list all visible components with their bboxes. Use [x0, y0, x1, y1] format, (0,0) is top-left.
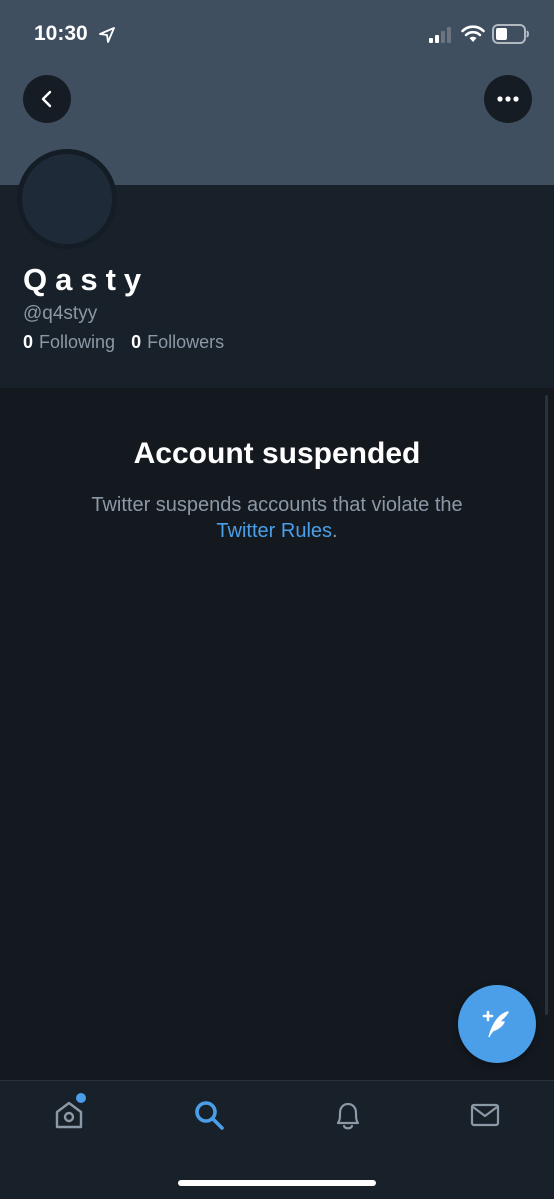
- display-name: Qasty: [23, 262, 150, 297]
- more-options-button[interactable]: [484, 75, 532, 123]
- compose-tweet-button[interactable]: [458, 985, 536, 1063]
- chevron-left-icon: [41, 90, 52, 108]
- tab-notifications[interactable]: [330, 1097, 366, 1133]
- more-horizontal-icon: [497, 96, 519, 102]
- followers-label: Followers: [147, 332, 225, 352]
- follow-stats: 0 Following 0 Followers: [23, 332, 224, 353]
- status-time: 10:30: [34, 22, 88, 45]
- following-count: 0: [23, 332, 34, 352]
- location-arrow-icon: [99, 27, 115, 43]
- home-indicator[interactable]: [178, 1180, 376, 1186]
- status-bar: 10:30: [0, 0, 554, 70]
- suspended-message: Twitter suspends accounts that violate t…: [0, 492, 554, 544]
- search-icon: [195, 1101, 224, 1130]
- following-label: Following: [39, 332, 116, 352]
- suspended-message-suffix: .: [332, 520, 338, 542]
- notification-dot: [76, 1093, 86, 1103]
- username-handle: @q4styy: [23, 303, 98, 324]
- followers-link[interactable]: 0 Followers: [131, 332, 224, 353]
- mail-icon: [470, 1103, 500, 1127]
- following-link[interactable]: 0 Following: [23, 332, 115, 353]
- bell-icon: [336, 1102, 360, 1130]
- suspended-message-text: Twitter suspends accounts that violate t…: [91, 494, 463, 516]
- battery-icon: [492, 24, 529, 44]
- twitter-rules-link[interactable]: Twitter Rules: [216, 520, 332, 542]
- tab-search[interactable]: [191, 1097, 227, 1133]
- signal-icon: [429, 27, 451, 43]
- home-icon: [55, 1101, 83, 1129]
- wifi-icon: [461, 25, 485, 42]
- suspended-title: Account suspended: [133, 437, 421, 470]
- avatar[interactable]: [17, 149, 117, 249]
- compose-tweet-icon: [482, 1010, 509, 1038]
- tab-messages[interactable]: [467, 1097, 503, 1133]
- back-button[interactable]: [23, 75, 71, 123]
- followers-count: 0: [131, 332, 142, 352]
- scrollbar[interactable]: [545, 395, 548, 1015]
